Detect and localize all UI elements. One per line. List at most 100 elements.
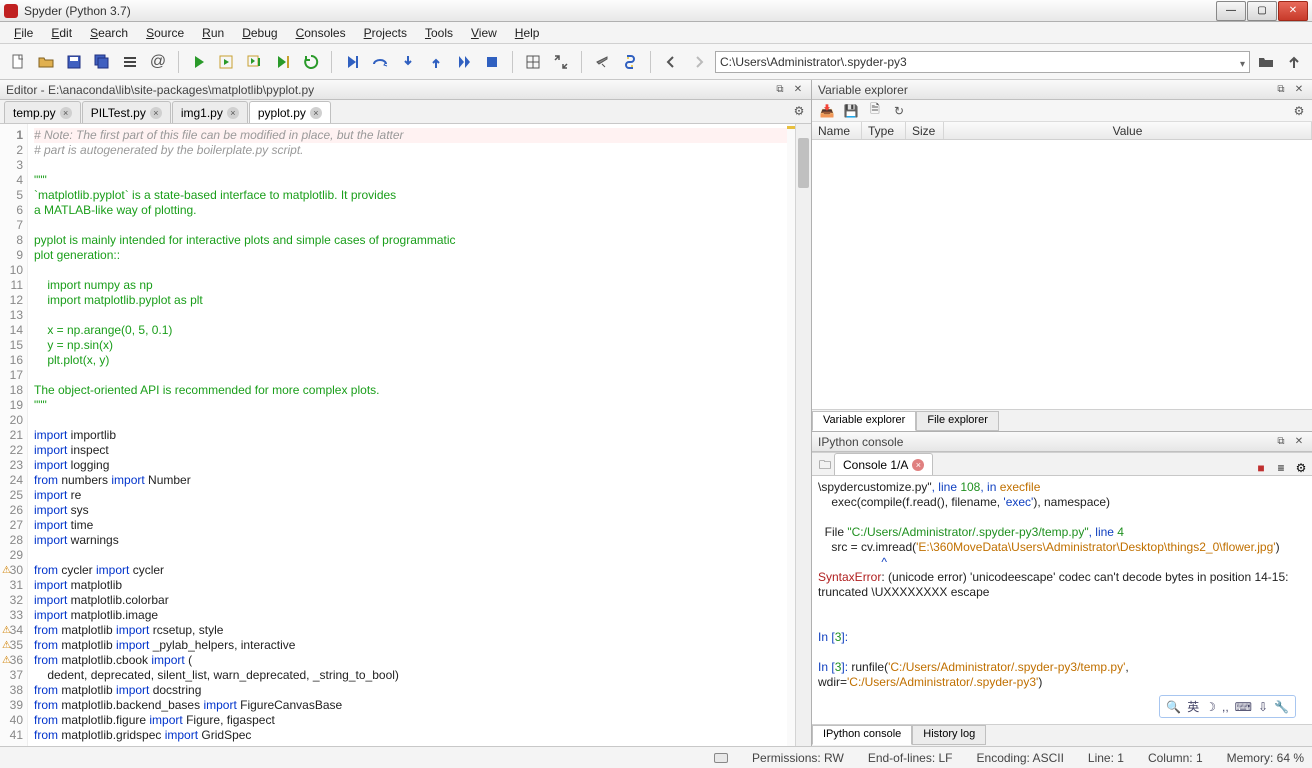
menu-consoles[interactable]: Consoles: [288, 24, 354, 42]
editor-tab-PILTest-py[interactable]: PILTest.py ×: [82, 101, 171, 123]
maximize-button[interactable]: ▢: [1247, 1, 1277, 21]
ime-keyboard-icon: ⌨: [1235, 700, 1252, 714]
menu-projects[interactable]: Projects: [356, 24, 415, 42]
ime-indicator[interactable]: 🔍 英 ☽ ,, ⌨ ⇩ 🔧: [1159, 695, 1296, 718]
maximize-pane-button[interactable]: [549, 50, 573, 74]
varexp-toolbar: 📥 💾 🗎 ↻ ⚙: [812, 100, 1312, 122]
status-encoding: Encoding: ASCII: [977, 751, 1064, 765]
varexp-close-button[interactable]: ✕: [1292, 83, 1306, 97]
working-dir-combo[interactable]: C:\Users\Administrator\.spyder-py3: [715, 51, 1250, 73]
minimize-button[interactable]: —: [1216, 1, 1246, 21]
menu-edit[interactable]: Edit: [43, 24, 80, 42]
at-button[interactable]: @: [146, 50, 170, 74]
editor-title-text: Editor - E:\anaconda\lib\site-packages\m…: [6, 83, 314, 97]
close-tab-icon[interactable]: ×: [150, 107, 162, 119]
console-browse-button[interactable]: 🗀: [816, 457, 834, 475]
varexp-col-name[interactable]: Name: [812, 122, 862, 139]
save-data-button[interactable]: 💾: [842, 102, 860, 120]
back-button[interactable]: [659, 50, 683, 74]
save-data-as-button[interactable]: 🗎: [866, 102, 884, 120]
list-button[interactable]: [118, 50, 142, 74]
menu-help[interactable]: Help: [507, 24, 548, 42]
menu-search[interactable]: Search: [82, 24, 136, 42]
menu-file[interactable]: File: [6, 24, 41, 42]
close-tab-icon[interactable]: ×: [310, 107, 322, 119]
tab-label: PILTest.py: [91, 106, 146, 120]
menu-run[interactable]: Run: [194, 24, 232, 42]
step-out-button[interactable]: [424, 50, 448, 74]
close-button[interactable]: ✕: [1278, 1, 1308, 21]
editor-pane-title: Editor - E:\anaconda\lib\site-packages\m…: [0, 80, 811, 100]
console-menu-button[interactable]: ≡: [1274, 461, 1288, 475]
varexp-pane-title: Variable explorer ⧉ ✕: [812, 80, 1312, 100]
close-console-tab-icon[interactable]: ×: [912, 459, 924, 471]
menu-debug[interactable]: Debug: [234, 24, 285, 42]
varexp-body[interactable]: [812, 140, 1312, 409]
console-tab-label: Console 1/A: [843, 458, 908, 472]
forward-button[interactable]: [687, 50, 711, 74]
editor-undock-button[interactable]: ⧉: [773, 83, 787, 97]
parent-dir-button[interactable]: [1282, 50, 1306, 74]
step-over-button[interactable]: [368, 50, 392, 74]
run-cell-button[interactable]: [215, 50, 239, 74]
menu-view[interactable]: View: [463, 24, 505, 42]
status-line: Line: 1: [1088, 751, 1124, 765]
ime-moon-icon: ☽: [1205, 700, 1216, 714]
import-data-button[interactable]: 📥: [818, 102, 836, 120]
refresh-button[interactable]: ↻: [890, 102, 908, 120]
save-button[interactable]: [62, 50, 86, 74]
save-all-button[interactable]: [90, 50, 114, 74]
status-column: Column: 1: [1148, 751, 1203, 765]
editor-tab-bar: temp.py× PILTest.py × img1.py × pyplot.py × ⚙: [0, 100, 811, 124]
preferences-button[interactable]: [590, 50, 614, 74]
run-selection-button[interactable]: [271, 50, 295, 74]
editor-tab-img1-py[interactable]: img1.py ×: [172, 101, 248, 123]
debug-button[interactable]: [340, 50, 364, 74]
varexp-bottom-tabs: Variable explorerFile explorer: [812, 409, 1312, 431]
varexp-options-button[interactable]: ⚙: [1290, 102, 1308, 120]
editor-tab-pyplot-py[interactable]: pyplot.py ×: [249, 101, 331, 123]
tab-label: img1.py: [181, 106, 223, 120]
layout-button[interactable]: [521, 50, 545, 74]
ipython-undock-button[interactable]: ⧉: [1274, 435, 1288, 449]
ime-comma-icon: ,,: [1222, 700, 1229, 714]
main-toolbar: @ C:\Users\Administrator\.spyder-py3: [0, 44, 1312, 80]
ipy-tab-ipython-console[interactable]: IPython console: [812, 725, 912, 745]
bottom-tab-variable-explorer[interactable]: Variable explorer: [812, 411, 916, 431]
stop-debug-button[interactable]: [480, 50, 504, 74]
step-into-button[interactable]: [396, 50, 420, 74]
ipython-console-output[interactable]: \spydercustomize.py", line 108, in execf…: [812, 476, 1312, 724]
continue-button[interactable]: [452, 50, 476, 74]
console-options-button[interactable]: ⚙: [1294, 461, 1308, 475]
ime-lang: 英: [1187, 698, 1199, 715]
close-tab-icon[interactable]: ×: [60, 107, 72, 119]
varexp-undock-button[interactable]: ⧉: [1274, 83, 1288, 97]
open-file-button[interactable]: [34, 50, 58, 74]
varexp-col-value[interactable]: Value: [944, 122, 1312, 139]
menu-source[interactable]: Source: [138, 24, 192, 42]
bottom-tab-file-explorer[interactable]: File explorer: [916, 411, 999, 431]
varexp-title-text: Variable explorer: [818, 83, 908, 97]
run-button[interactable]: [187, 50, 211, 74]
python-path-button[interactable]: [618, 50, 642, 74]
run-cell-advance-button[interactable]: [243, 50, 267, 74]
status-memory: Memory: 64 %: [1227, 751, 1304, 765]
tab-options-button[interactable]: ⚙: [791, 103, 807, 119]
tab-label: pyplot.py: [258, 106, 306, 120]
varexp-col-size[interactable]: Size: [906, 122, 944, 139]
close-tab-icon[interactable]: ×: [227, 107, 239, 119]
ime-wrench-icon: 🔧: [1274, 700, 1289, 714]
editor-scrollbar[interactable]: [795, 124, 811, 746]
ipy-tab-history-log[interactable]: History log: [912, 725, 986, 745]
editor-close-button[interactable]: ✕: [791, 83, 805, 97]
rerun-button[interactable]: [299, 50, 323, 74]
console-tab[interactable]: Console 1/A ×: [834, 453, 933, 475]
browse-dir-button[interactable]: [1254, 50, 1278, 74]
code-editor[interactable]: 1234567891011121314151617181920212223242…: [0, 124, 811, 746]
new-file-button[interactable]: [6, 50, 30, 74]
stop-console-button[interactable]: ■: [1254, 461, 1268, 475]
ipython-close-button[interactable]: ✕: [1292, 435, 1306, 449]
editor-tab-temp-py[interactable]: temp.py×: [4, 101, 81, 123]
varexp-col-type[interactable]: Type: [862, 122, 906, 139]
menu-tools[interactable]: Tools: [417, 24, 461, 42]
